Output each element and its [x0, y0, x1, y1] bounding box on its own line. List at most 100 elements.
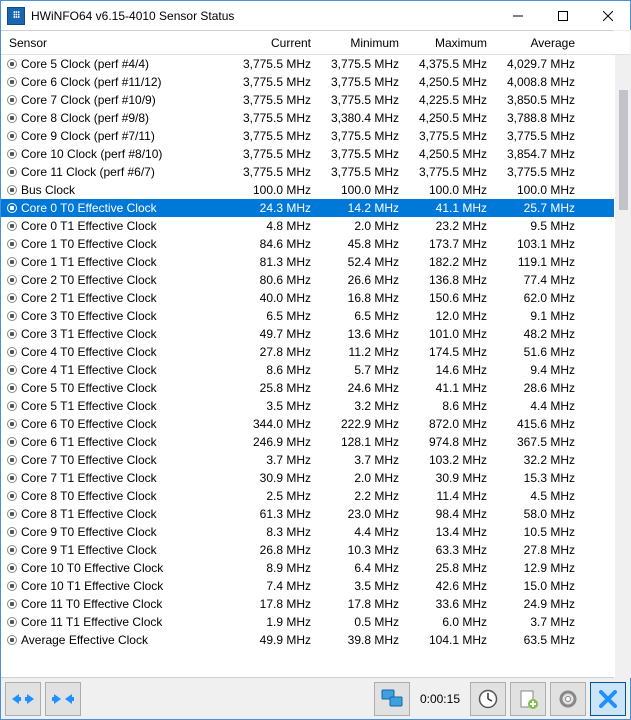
current-value: 6.5 MHz: [229, 309, 317, 323]
minimum-value: 2.0 MHz: [317, 471, 405, 485]
elapsed-time: 0:00:15: [414, 692, 466, 706]
sensor-icon: [7, 635, 17, 645]
sensor-table[interactable]: Sensor Current Minimum Maximum Average C…: [1, 31, 630, 677]
table-row[interactable]: Core 7 Clock (perf #10/9)3,775.5 MHz3,77…: [1, 91, 630, 109]
table-row[interactable]: Core 11 Clock (perf #6/7)3,775.5 MHz3,77…: [1, 163, 630, 181]
table-row[interactable]: Core 8 Clock (perf #9/8)3,775.5 MHz3,380…: [1, 109, 630, 127]
table-row[interactable]: Core 5 T0 Effective Clock25.8 MHz24.6 MH…: [1, 379, 630, 397]
col-maximum[interactable]: Maximum: [405, 36, 493, 50]
gear-icon: [558, 689, 578, 709]
maximum-value: 25.8 MHz: [405, 561, 493, 575]
current-value: 8.9 MHz: [229, 561, 317, 575]
current-value: 80.6 MHz: [229, 273, 317, 287]
average-value: 32.2 MHz: [493, 453, 581, 467]
table-row[interactable]: Core 10 Clock (perf #8/10)3,775.5 MHz3,7…: [1, 145, 630, 163]
table-row[interactable]: Core 8 T1 Effective Clock61.3 MHz23.0 MH…: [1, 505, 630, 523]
sensor-icon: [7, 131, 17, 141]
minimize-button[interactable]: [495, 1, 540, 30]
minimum-value: 3,775.5 MHz: [317, 93, 405, 107]
sensor-name: Core 5 T0 Effective Clock: [21, 381, 229, 395]
sensor-name: Core 8 T0 Effective Clock: [21, 489, 229, 503]
sensor-icon: [7, 401, 17, 411]
table-row[interactable]: Core 9 Clock (perf #7/11)3,775.5 MHz3,77…: [1, 127, 630, 145]
minimum-value: 24.6 MHz: [317, 381, 405, 395]
table-row[interactable]: Bus Clock100.0 MHz100.0 MHz100.0 MHz100.…: [1, 181, 630, 199]
table-row[interactable]: Core 4 T1 Effective Clock8.6 MHz5.7 MHz1…: [1, 361, 630, 379]
close-sensors-button[interactable]: [590, 682, 626, 716]
table-row[interactable]: Core 3 T0 Effective Clock6.5 MHz6.5 MHz1…: [1, 307, 630, 325]
sensor-name: Core 9 Clock (perf #7/11): [21, 129, 229, 143]
table-row[interactable]: Core 10 T1 Effective Clock7.4 MHz3.5 MHz…: [1, 577, 630, 595]
table-row[interactable]: Core 2 T0 Effective Clock80.6 MHz26.6 MH…: [1, 271, 630, 289]
table-row[interactable]: Core 2 T1 Effective Clock40.0 MHz16.8 MH…: [1, 289, 630, 307]
maximum-value: 974.8 MHz: [405, 435, 493, 449]
minimum-value: 45.8 MHz: [317, 237, 405, 251]
minimum-value: 3.2 MHz: [317, 399, 405, 413]
maximum-value: 100.0 MHz: [405, 183, 493, 197]
average-value: 3,854.7 MHz: [493, 147, 581, 161]
sensor-icon: [7, 113, 17, 123]
average-value: 4,008.8 MHz: [493, 75, 581, 89]
maximum-value: 3,775.5 MHz: [405, 129, 493, 143]
current-value: 3,775.5 MHz: [229, 57, 317, 71]
table-row[interactable]: Core 9 T0 Effective Clock8.3 MHz4.4 MHz1…: [1, 523, 630, 541]
arrows-in-icon: [52, 691, 74, 707]
app-icon: ⁝⁝⁝: [7, 7, 25, 25]
log-button[interactable]: [510, 682, 546, 716]
minimum-value: 2.2 MHz: [317, 489, 405, 503]
table-row[interactable]: Core 8 T0 Effective Clock2.5 MHz2.2 MHz1…: [1, 487, 630, 505]
network-button[interactable]: [374, 682, 410, 716]
minimum-value: 4.4 MHz: [317, 525, 405, 539]
average-value: 51.6 MHz: [493, 345, 581, 359]
sensor-name: Core 5 T1 Effective Clock: [21, 399, 229, 413]
minimum-value: 100.0 MHz: [317, 183, 405, 197]
sensor-name: Core 1 T0 Effective Clock: [21, 237, 229, 251]
col-sensor[interactable]: Sensor: [1, 36, 229, 50]
scrollbar-thumb[interactable]: [619, 90, 628, 210]
sensor-name: Core 10 Clock (perf #8/10): [21, 147, 229, 161]
current-value: 3,775.5 MHz: [229, 147, 317, 161]
sensor-icon: [7, 347, 17, 357]
maximize-button[interactable]: [540, 1, 585, 30]
table-row[interactable]: Core 0 T0 Effective Clock24.3 MHz14.2 MH…: [1, 199, 630, 217]
table-row[interactable]: Core 0 T1 Effective Clock4.8 MHz2.0 MHz2…: [1, 217, 630, 235]
table-row[interactable]: Core 6 T1 Effective Clock246.9 MHz128.1 …: [1, 433, 630, 451]
table-row[interactable]: Core 1 T1 Effective Clock81.3 MHz52.4 MH…: [1, 253, 630, 271]
minimum-value: 0.5 MHz: [317, 615, 405, 629]
col-minimum[interactable]: Minimum: [317, 36, 405, 50]
table-row[interactable]: Core 9 T1 Effective Clock26.8 MHz10.3 MH…: [1, 541, 630, 559]
sensor-icon: [7, 527, 17, 537]
table-row[interactable]: Core 11 T1 Effective Clock1.9 MHz0.5 MHz…: [1, 613, 630, 631]
table-row[interactable]: Core 6 T0 Effective Clock344.0 MHz222.9 …: [1, 415, 630, 433]
average-value: 12.9 MHz: [493, 561, 581, 575]
average-value: 63.5 MHz: [493, 633, 581, 647]
scrollbar[interactable]: [614, 30, 631, 678]
table-row[interactable]: Core 5 Clock (perf #4/4)3,775.5 MHz3,775…: [1, 55, 630, 73]
collapse-all-button[interactable]: [45, 682, 81, 716]
table-row[interactable]: Core 3 T1 Effective Clock49.7 MHz13.6 MH…: [1, 325, 630, 343]
col-average[interactable]: Average: [493, 36, 581, 50]
expand-all-button[interactable]: [5, 682, 41, 716]
table-row[interactable]: Core 6 Clock (perf #11/12)3,775.5 MHz3,7…: [1, 73, 630, 91]
table-row[interactable]: Core 10 T0 Effective Clock8.9 MHz6.4 MHz…: [1, 559, 630, 577]
average-value: 103.1 MHz: [493, 237, 581, 251]
titlebar[interactable]: ⁝⁝⁝ HWiNFO64 v6.15-4010 Sensor Status: [1, 1, 630, 31]
table-row[interactable]: Average Effective Clock49.9 MHz39.8 MHz1…: [1, 631, 630, 649]
table-row[interactable]: Core 1 T0 Effective Clock84.6 MHz45.8 MH…: [1, 235, 630, 253]
col-current[interactable]: Current: [229, 36, 317, 50]
sensor-icon: [7, 149, 17, 159]
settings-button[interactable]: [550, 682, 586, 716]
minimum-value: 26.6 MHz: [317, 273, 405, 287]
sensor-name: Core 7 Clock (perf #10/9): [21, 93, 229, 107]
close-button[interactable]: [585, 1, 630, 30]
table-header[interactable]: Sensor Current Minimum Maximum Average: [1, 31, 630, 55]
table-row[interactable]: Core 5 T1 Effective Clock3.5 MHz3.2 MHz8…: [1, 397, 630, 415]
average-value: 3.7 MHz: [493, 615, 581, 629]
average-value: 15.3 MHz: [493, 471, 581, 485]
table-row[interactable]: Core 7 T1 Effective Clock30.9 MHz2.0 MHz…: [1, 469, 630, 487]
maximum-value: 23.2 MHz: [405, 219, 493, 233]
table-row[interactable]: Core 7 T0 Effective Clock3.7 MHz3.7 MHz1…: [1, 451, 630, 469]
table-row[interactable]: Core 11 T0 Effective Clock17.8 MHz17.8 M…: [1, 595, 630, 613]
clock-button[interactable]: [470, 682, 506, 716]
table-row[interactable]: Core 4 T0 Effective Clock27.8 MHz11.2 MH…: [1, 343, 630, 361]
